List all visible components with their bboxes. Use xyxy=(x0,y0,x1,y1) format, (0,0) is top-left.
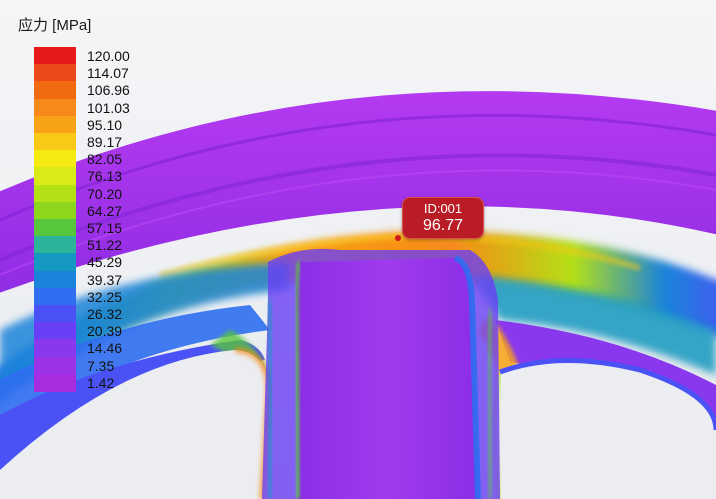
legend-tick-label: 45.29 xyxy=(87,254,123,271)
probe-point-marker[interactable] xyxy=(395,235,401,241)
legend-swatch xyxy=(34,167,76,186)
legend-swatch xyxy=(34,373,76,392)
legend-swatch xyxy=(34,305,76,323)
legend-tick-label: 101.03 xyxy=(87,99,130,116)
legend-swatch xyxy=(34,115,76,134)
legend-tick-label: 57.15 xyxy=(87,220,123,236)
legend-tick-label: 14.46 xyxy=(87,340,123,357)
legend-swatch xyxy=(34,236,76,255)
legend-swatch xyxy=(34,270,76,289)
legend-swatch xyxy=(34,47,76,65)
center-spoke xyxy=(262,248,500,499)
probe-id: ID:001 xyxy=(423,201,463,216)
legend-swatch xyxy=(34,356,76,375)
probe-label[interactable]: ID:001 96.77 xyxy=(402,197,484,239)
legend-tick-label: 51.22 xyxy=(87,237,123,254)
legend-tick-label: 120.00 xyxy=(87,48,130,64)
probe-value: 96.77 xyxy=(422,217,464,234)
legend-tick-label: 76.13 xyxy=(87,168,123,185)
legend-tick-label: 89.17 xyxy=(87,134,123,150)
legend-tick-label: 7.35 xyxy=(87,357,115,374)
legend-swatch xyxy=(34,287,76,306)
legend-tick-label: 39.37 xyxy=(87,271,123,288)
legend-swatch xyxy=(34,322,76,341)
legend-tick-label: 26.32 xyxy=(87,306,123,322)
legend-tick-label: 114.07 xyxy=(87,65,129,82)
legend-tick-label: 20.39 xyxy=(87,323,123,340)
legend-tick-label: 106.96 xyxy=(87,82,130,99)
legend-swatch xyxy=(34,339,76,358)
legend-tick-label: 70.20 xyxy=(87,185,123,202)
legend-swatch xyxy=(34,184,76,203)
legend-swatch xyxy=(34,201,76,220)
legend-tick-label: 82.05 xyxy=(87,151,123,168)
legend-title: 应力 [MPa] xyxy=(18,17,92,34)
legend-swatch xyxy=(34,150,76,169)
legend-tick-label: 95.10 xyxy=(87,116,123,133)
legend-tick-label: 1.42 xyxy=(87,374,115,391)
legend-tick-label: 64.27 xyxy=(87,202,123,219)
legend-swatch xyxy=(34,219,76,237)
legend-swatch xyxy=(34,133,76,151)
legend-tick-label: 32.25 xyxy=(87,288,123,305)
legend-swatch xyxy=(34,64,76,83)
legend-swatch xyxy=(34,98,76,117)
legend-swatch xyxy=(34,253,76,272)
legend-swatch xyxy=(34,81,76,100)
